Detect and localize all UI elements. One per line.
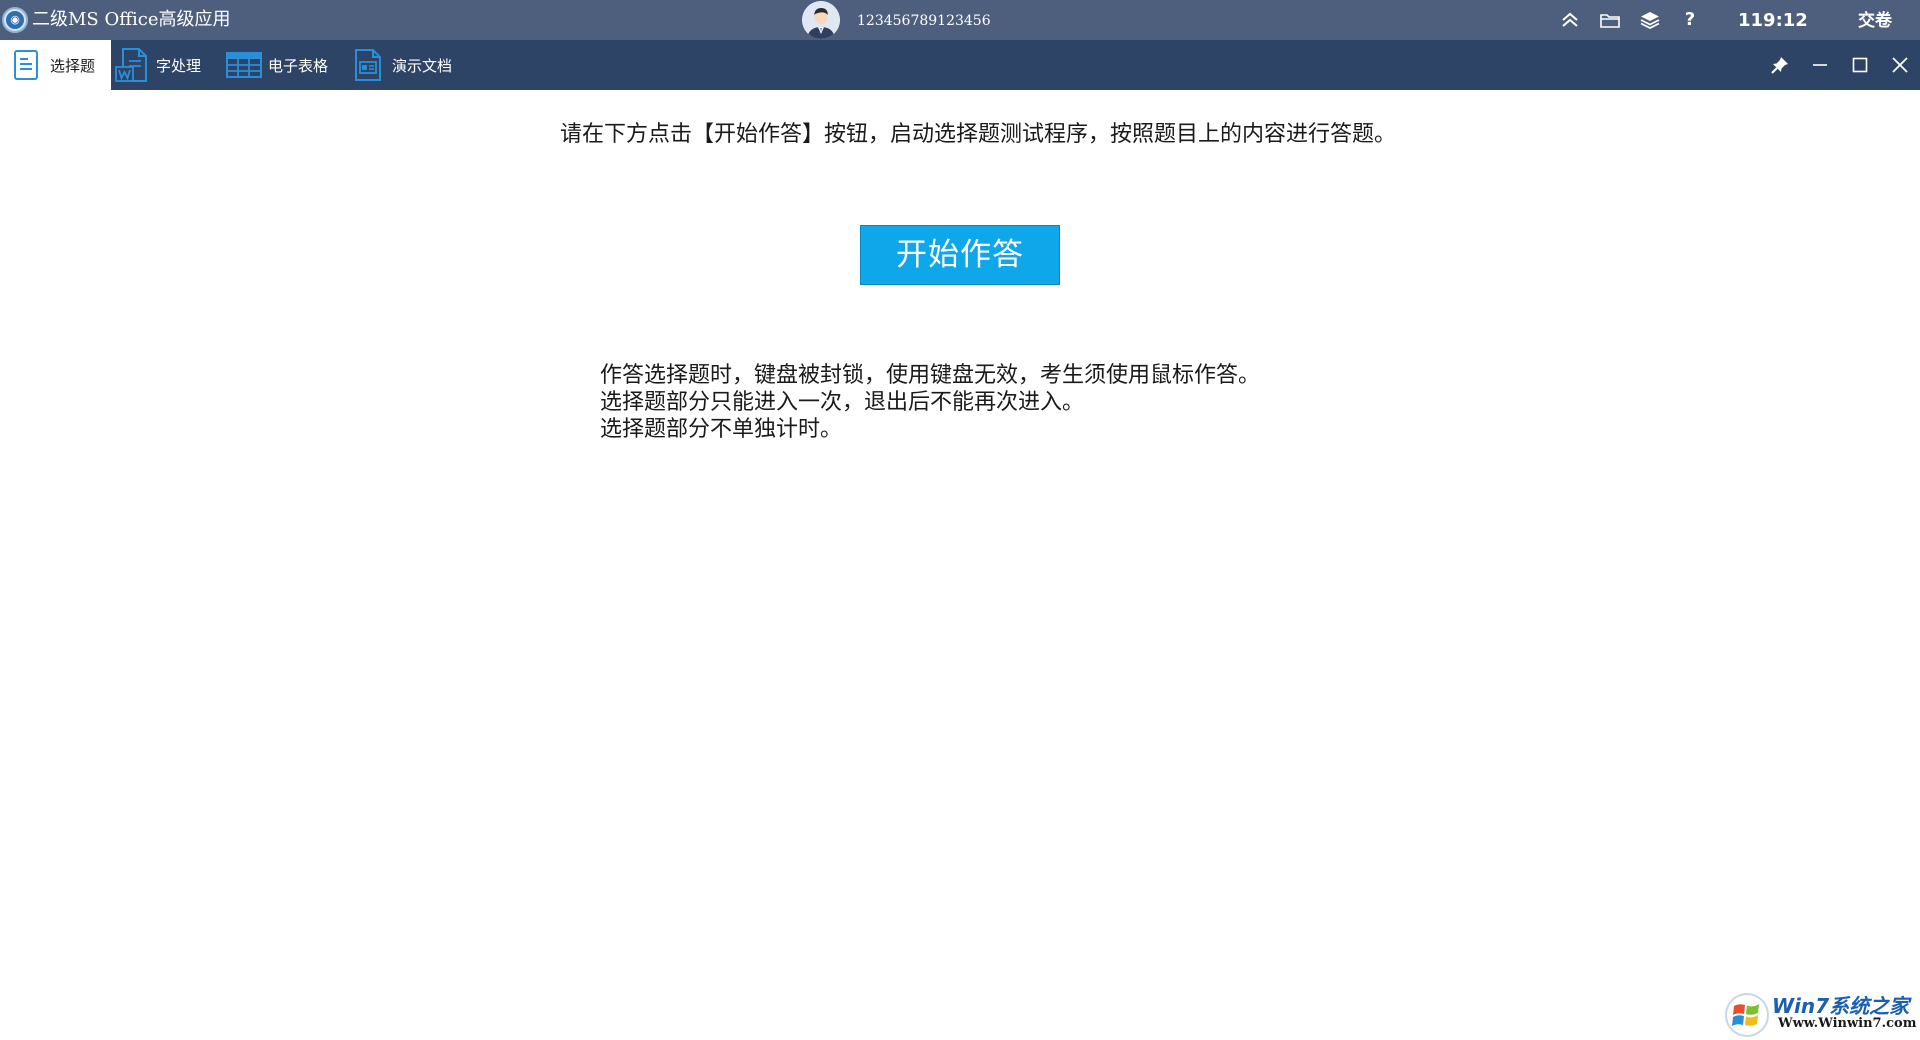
document-lines-icon [8,47,44,83]
close-icon[interactable] [1888,53,1912,77]
watermark: Win7系统之家 Www.Winwin7.com [1722,986,1920,1040]
instruction-text: 请在下方点击【开始作答】按钮，启动选择题测试程序，按照题目上的内容进行答题。 [559,122,1396,147]
collapse-up-icon[interactable] [1558,9,1582,31]
note-line: 作答选择题时，键盘被封锁，使用键盘无效，考生须使用鼠标作答。 [600,363,1261,388]
tab-label: 演示文档 [392,56,453,75]
user-avatar-icon [802,1,840,39]
spreadsheet-icon [226,47,262,83]
tab-word-processing[interactable]: 字处理 [114,40,201,90]
tab-label: 选择题 [50,56,96,75]
tab-label: 电子表格 [268,56,329,75]
user-avatar [802,1,840,39]
help-icon[interactable]: ? [1678,9,1702,31]
notes-block: 作答选择题时，键盘被封锁，使用键盘无效，考生须使用鼠标作答。 选择题部分只能进入… [600,362,1260,443]
countdown-timer: 119:12 [1738,10,1808,31]
windows-logo-icon [1725,993,1769,1037]
watermark-url: Www.Winwin7.com [1778,1016,1917,1031]
app-title: 二级MS Office高级应用 [32,9,231,30]
folder-icon[interactable] [1598,9,1622,31]
tab-label: 字处理 [156,56,202,75]
note-line: 选择题部分不单独计时。 [600,417,843,442]
tab-presentation[interactable]: 演示文档 [350,40,452,90]
maximize-icon[interactable] [1848,53,1872,77]
minimize-icon[interactable] [1808,53,1832,77]
module-tab-bar: 选择题 字处理 电子表格 演示文档 [0,40,1920,90]
tab-spreadsheet[interactable]: 电子表格 [226,40,328,90]
user-id: 123456789123456 [857,13,991,29]
presentation-icon [350,47,386,83]
layers-icon[interactable] [1638,9,1662,31]
title-bar: ◉ 二级MS Office高级应用 123456789123456 ? 119:… [0,0,1920,40]
app-logo-icon: ◉ [2,7,28,33]
tab-choice-questions[interactable]: 选择题 [0,40,111,90]
watermark-brand: Win7系统之家 [1772,994,1910,1018]
start-answering-button[interactable]: 开始作答 [860,225,1060,285]
pin-icon[interactable] [1768,53,1792,77]
submit-exam-button[interactable]: 交卷 [1850,0,1900,40]
word-document-icon [114,47,150,83]
note-line: 选择题部分只能进入一次，退出后不能再次进入。 [600,390,1085,415]
